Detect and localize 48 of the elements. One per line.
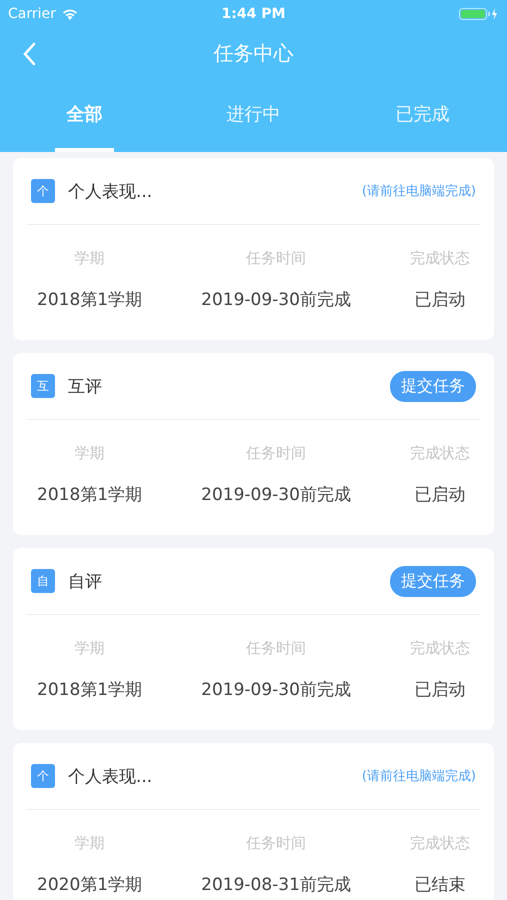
- field-value: 2019-09-30前完成: [201, 484, 351, 506]
- field-value: 已启动: [414, 679, 466, 701]
- field-value: 已结束: [414, 874, 466, 896]
- field-label: 学期: [74, 834, 105, 853]
- submit-task-button[interactable]: 提交任务: [390, 566, 476, 596]
- hint-text: (请前往电脑端完成): [362, 183, 476, 200]
- field-value: 2018第1学期: [37, 484, 142, 506]
- task-title: 自评: [68, 570, 102, 592]
- submit-task-button[interactable]: 提交任务: [390, 370, 476, 402]
- task-title: 个人表现...: [68, 766, 152, 788]
- field-label: 学期: [74, 249, 105, 268]
- field-value: 已启动: [414, 484, 466, 506]
- task-type-icon: 个: [31, 179, 55, 203]
- task-type-icon: 互: [31, 374, 55, 398]
- tab[interactable]: 已完成: [393, 80, 452, 152]
- field-label: 任务时间: [246, 444, 306, 463]
- field-label: 完成状态: [410, 639, 470, 658]
- task-type-icon: 自: [31, 569, 55, 593]
- task-type-icon: 个: [31, 764, 55, 788]
- field-value: 已启动: [414, 289, 466, 311]
- page-title: 任务中心: [214, 40, 294, 67]
- task-title: 个人表现...: [68, 180, 152, 202]
- field-label: 完成状态: [410, 444, 470, 463]
- field-value: 2019-08-31前完成: [201, 874, 351, 896]
- wifi-icon: [62, 8, 78, 20]
- field-label: 学期: [74, 639, 105, 658]
- carrier-label: Carrier: [8, 6, 56, 22]
- field-value: 2019-09-30前完成: [201, 679, 351, 701]
- field-value: 2018第1学期: [37, 289, 142, 311]
- task-card[interactable]: 个 个人表现... (请前往电脑端完成) 学期 2020第1学期 任务时间 2019-08-31前完成 完成状态 已结束: [13, 743, 494, 900]
- field-label: 完成状态: [410, 249, 470, 268]
- task-card[interactable]: 互 互评 提交任务 学期 2018第1学期 任务时间 2019-09-30前完成 完成状态 已启动: [13, 353, 494, 535]
- task-card[interactable]: 自 自评 提交任务 学期 2018第1学期 任务时间 2019-09-30前完成 完成状态 已启动: [13, 548, 494, 730]
- task-card[interactable]: 个 个人表现... (请前往电脑端完成) 学期 2018第1学期 任务时间 2019-09-30前完成 完成状态 已启动: [13, 158, 494, 340]
- tab[interactable]: 全部: [55, 80, 114, 152]
- field-label: 学期: [74, 444, 105, 463]
- battery-icon: [459, 6, 499, 20]
- field-label: 任务时间: [246, 639, 306, 658]
- clock-time: 1:44 PM: [222, 6, 286, 22]
- task-title: 互评: [68, 376, 102, 398]
- field-label: 任务时间: [246, 834, 306, 853]
- field-value: 2020第1学期: [37, 874, 142, 896]
- field-label: 任务时间: [246, 249, 306, 268]
- field-label: 完成状态: [410, 834, 470, 853]
- field-value: 2018第1学期: [37, 679, 142, 701]
- tab[interactable]: 进行中: [224, 80, 283, 152]
- hint-text: (请前往电脑端完成): [362, 768, 476, 785]
- field-value: 2019-09-30前完成: [201, 289, 351, 311]
